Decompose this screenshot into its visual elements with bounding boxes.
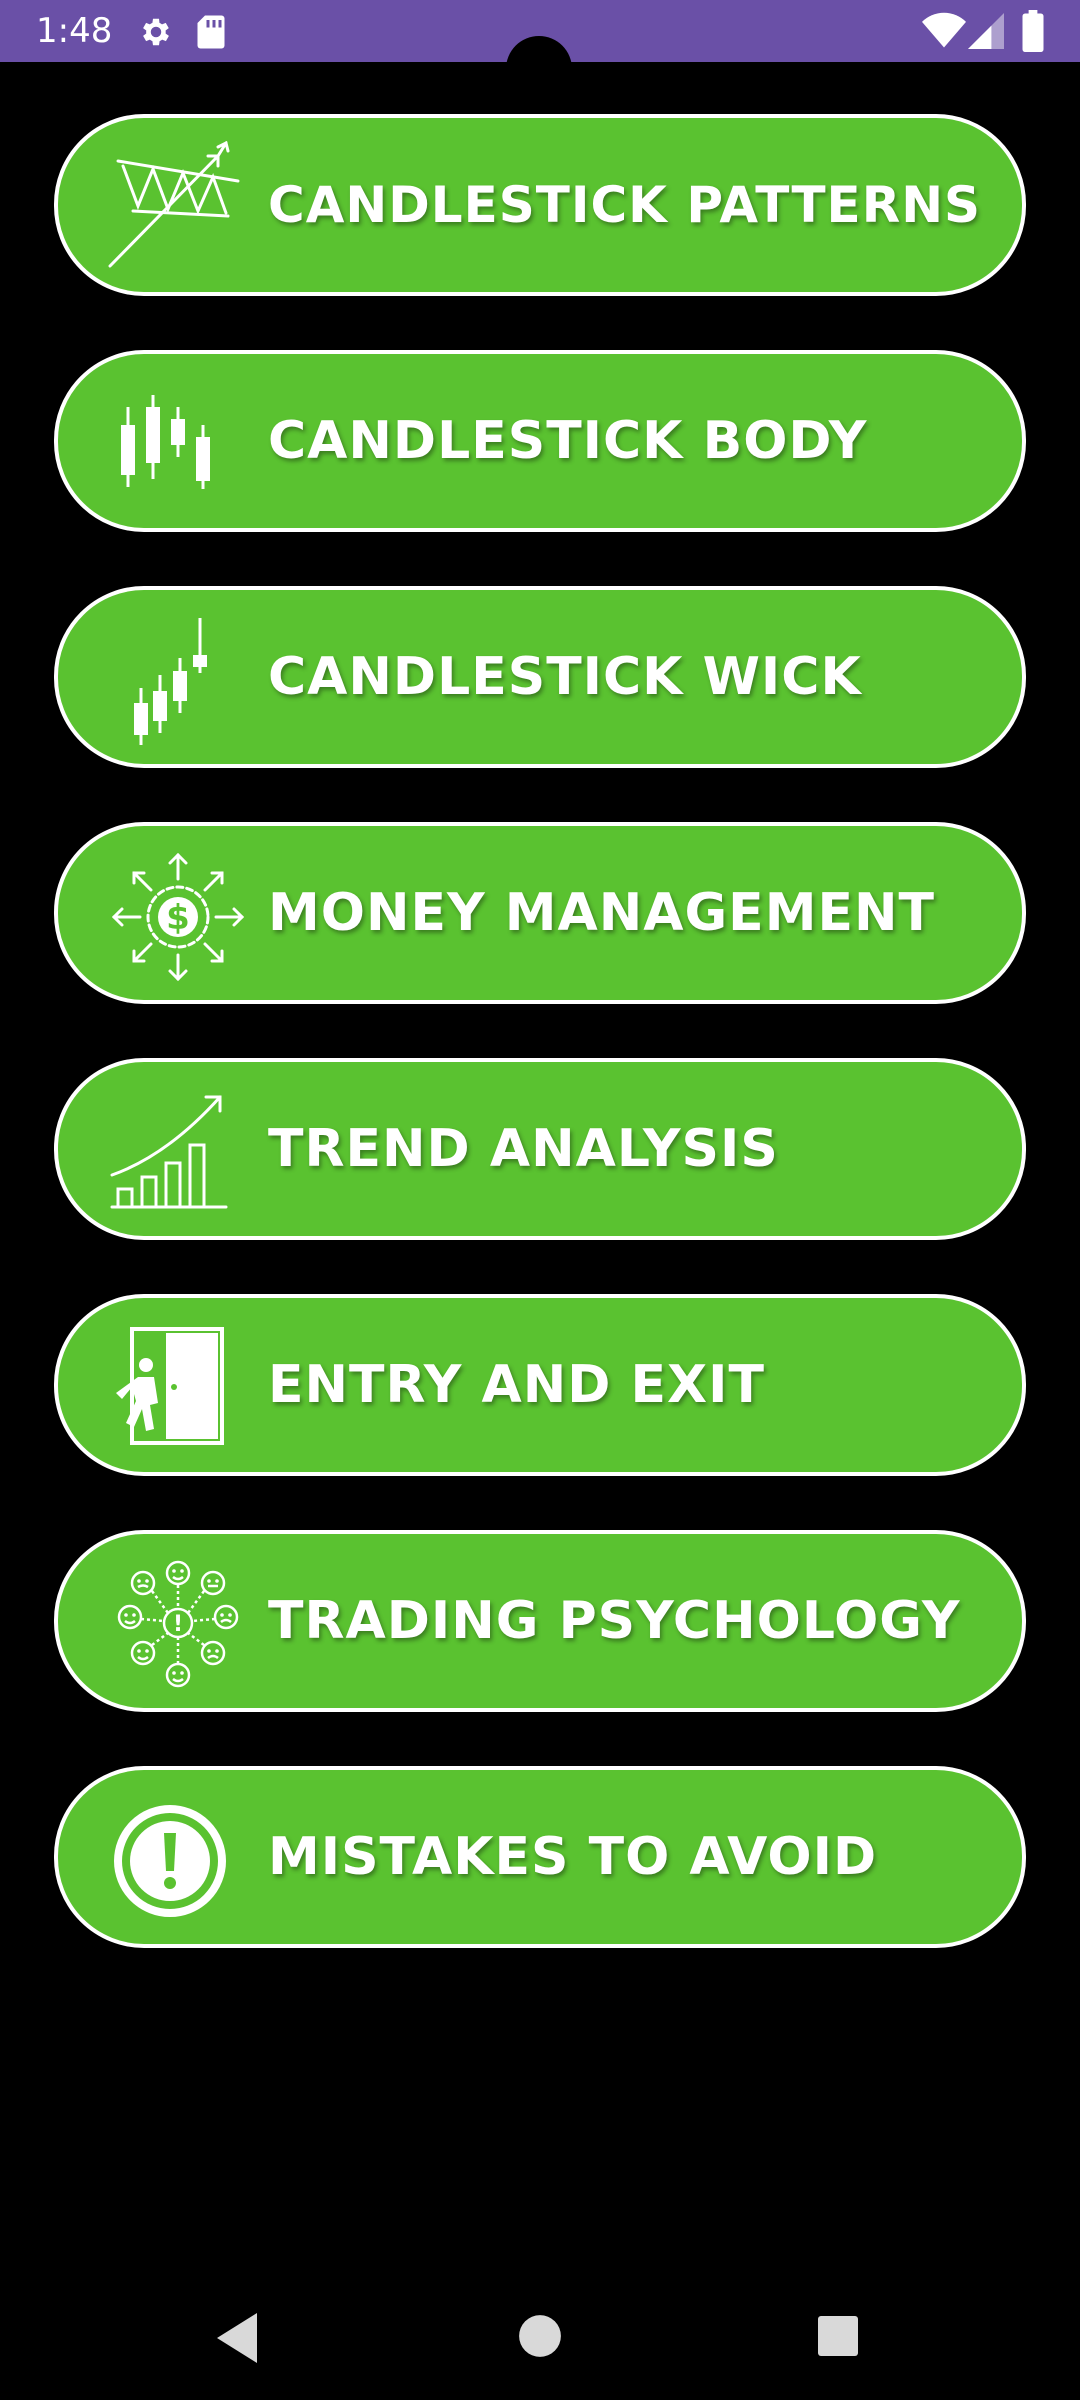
money-management-icon: $ xyxy=(111,852,245,982)
candlestick-patterns-button[interactable]: CANDLESTICK PATTERNS xyxy=(54,114,1026,296)
status-time: 1:48 xyxy=(36,11,113,51)
back-icon[interactable] xyxy=(212,2310,262,2366)
camera-notch xyxy=(506,36,572,102)
trend-chart-icon xyxy=(110,1095,228,1209)
recents-icon[interactable] xyxy=(818,2316,858,2356)
door-exit-icon xyxy=(116,1327,224,1445)
candlestick-wick-button[interactable]: CANDLESTICK WICK xyxy=(54,586,1026,768)
sd-card-icon xyxy=(197,15,225,49)
svg-text:$: $ xyxy=(166,898,190,938)
home-icon[interactable] xyxy=(518,2314,562,2358)
menu-label: TRADING PSYCHOLOGY xyxy=(268,1591,961,1651)
menu-label: MISTAKES TO AVOID xyxy=(268,1827,878,1887)
menu-label: TREND ANALYSIS xyxy=(268,1119,779,1179)
candlestick-body-button[interactable]: CANDLESTICK BODY xyxy=(54,350,1026,532)
svg-text:!: ! xyxy=(173,1612,183,1637)
menu-label: MONEY MANAGEMENT xyxy=(268,883,935,943)
menu-label: CANDLESTICK WICK xyxy=(268,647,862,707)
cell-signal-icon xyxy=(968,13,1004,49)
trading-psychology-button[interactable]: ! TRADING PSYCHOLOGY xyxy=(54,1530,1026,1712)
candlestick-wick-icon xyxy=(134,618,207,745)
money-management-button[interactable]: $ MONEY MANAGEMENT xyxy=(54,822,1026,1004)
navigation-bar xyxy=(0,2280,1080,2400)
wedge-pattern-icon xyxy=(108,141,240,268)
emotions-psychology-icon: ! xyxy=(117,1560,239,1688)
exclamation-warning-icon xyxy=(114,1805,226,1917)
battery-icon xyxy=(1022,10,1044,52)
menu-label: ENTRY AND EXIT xyxy=(268,1355,765,1415)
trend-analysis-button[interactable]: TREND ANALYSIS xyxy=(54,1058,1026,1240)
candlestick-body-icon xyxy=(121,395,210,489)
menu-label: CANDLESTICK BODY xyxy=(268,411,868,471)
entry-and-exit-button[interactable]: ENTRY AND EXIT xyxy=(54,1294,1026,1476)
mistakes-to-avoid-button[interactable]: MISTAKES TO AVOID xyxy=(54,1766,1026,1948)
wifi-icon xyxy=(922,12,966,48)
topic-menu: CANDLESTICK PATTERNS CANDLESTICK BODY CA… xyxy=(54,114,1026,2002)
menu-label: CANDLESTICK PATTERNS xyxy=(268,176,982,234)
settings-gear-icon xyxy=(143,18,169,46)
